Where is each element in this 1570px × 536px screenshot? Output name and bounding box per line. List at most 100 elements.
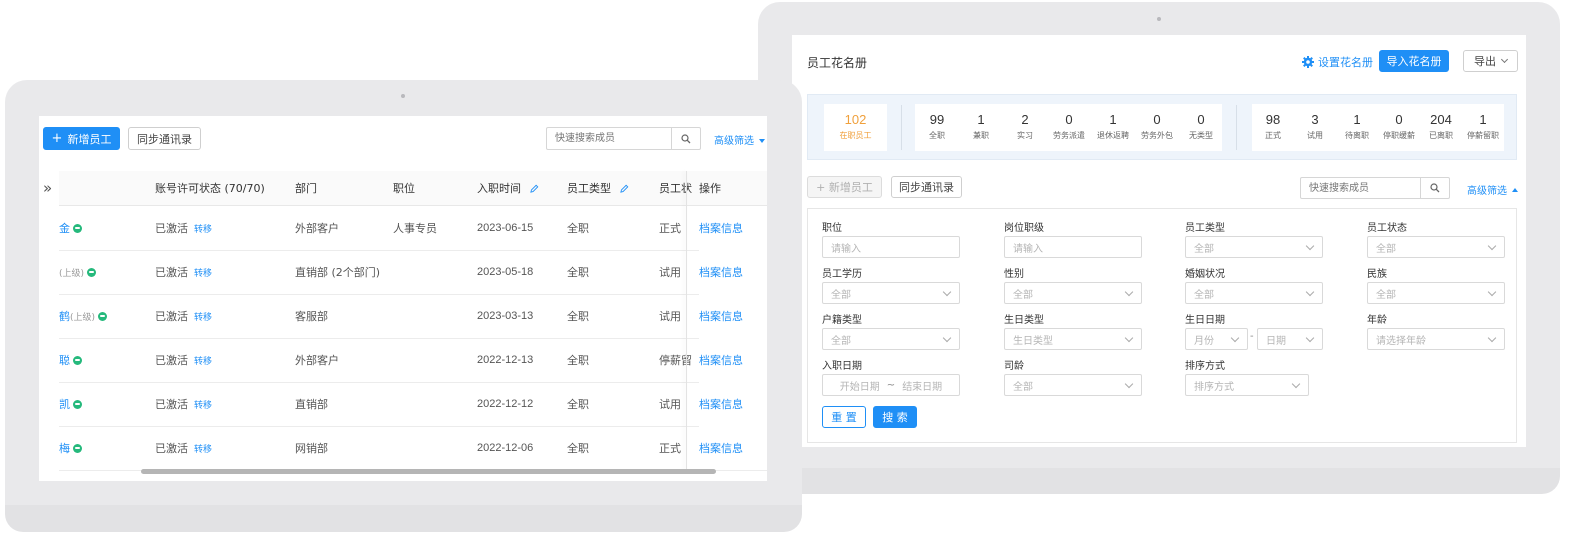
import-button[interactable]: 导入花名册 (1379, 50, 1449, 72)
birth-day-select[interactable]: 日期 (1257, 328, 1323, 350)
employee-name[interactable]: 聪 (59, 352, 70, 368)
transfer-link[interactable]: 转移 (194, 442, 212, 455)
table-row[interactable]: 凯 已激活 转移 直销部 2022-12-12 全职 试用 档案信息 (59, 382, 767, 427)
employee-name[interactable]: 金 (59, 220, 70, 236)
ethnicity-select[interactable]: 全部 (1367, 282, 1505, 304)
filter-label-education: 员工学历 (822, 269, 862, 280)
chat-icon[interactable] (73, 443, 82, 453)
col-employee-type[interactable]: 员工类型 (567, 171, 629, 205)
chat-icon[interactable] (73, 223, 82, 233)
account-status-cell: 已激活 转移 (155, 382, 212, 426)
sort-select[interactable]: 排序方式 (1185, 374, 1309, 396)
employee-name[interactable]: 凯 (59, 396, 70, 412)
col-employee-status[interactable]: 员工状 (659, 171, 692, 205)
position-input[interactable]: 请输入 (822, 236, 960, 258)
employee-name[interactable]: 梅 (59, 440, 70, 456)
reset-button[interactable]: 重 置 (822, 406, 866, 428)
transfer-link[interactable]: 转移 (194, 222, 212, 235)
stat-item[interactable]: 3 试用 (1294, 112, 1336, 141)
sync-contacts-button[interactable]: 同步通讯录 (128, 127, 201, 150)
advanced-filter-link[interactable]: 高级筛选 (714, 132, 766, 147)
account-status-cell: 已激活 转移 (155, 206, 212, 250)
stat-main[interactable]: 102 在职员工 (824, 104, 887, 151)
transfer-link[interactable]: 转移 (194, 310, 212, 323)
search-button[interactable] (671, 128, 700, 149)
search-input[interactable] (1301, 178, 1420, 198)
employee-type-cell: 全职 (567, 354, 589, 367)
name-cell[interactable]: 聪 (59, 338, 82, 382)
birth-month-select[interactable]: 月份 (1185, 328, 1248, 350)
chat-icon[interactable] (98, 311, 108, 321)
chat-icon[interactable] (87, 267, 97, 277)
hukou-select[interactable]: 全部 (822, 328, 960, 350)
table-row[interactable]: 鹤 (上级) 已激活 转移 客服部 2023-03-13 全职 试用 档案信息 (59, 294, 767, 339)
profile-link[interactable]: 档案信息 (699, 440, 743, 456)
stat-item[interactable]: 0 停职缓薪 (1378, 112, 1420, 141)
table-row[interactable]: 金 已激活 转移 外部客户 人事专员 2023-06-15 全职 正式 档案信息 (59, 206, 767, 251)
stat-item[interactable]: 204 已离职 (1420, 112, 1462, 141)
rank-input[interactable]: 请输入 (1004, 236, 1142, 258)
search-input[interactable] (547, 128, 671, 149)
edit-icon[interactable] (530, 184, 539, 193)
col-position[interactable]: 职位 (393, 171, 415, 205)
emp-type-select[interactable]: 全部 (1185, 236, 1323, 258)
transfer-link[interactable]: 转移 (194, 266, 212, 279)
horizontal-scrollbar[interactable] (141, 469, 716, 474)
export-button[interactable]: 导出 (1463, 50, 1518, 72)
filter-panel: 职位 请输入 岗位职级 请输入 员工类型 全部 员工状态 全部 员工学历 全部 … (807, 208, 1517, 443)
col-department[interactable]: 部门 (295, 171, 317, 205)
expand-columns-toggle[interactable]: » (43, 179, 52, 197)
stat-item[interactable]: 0 劳务外包 (1135, 112, 1179, 141)
edit-icon[interactable] (620, 184, 629, 193)
name-cell[interactable]: (上级) (59, 250, 97, 294)
sync-contacts-button[interactable]: 同步通讯录 (891, 176, 962, 198)
stat-item[interactable]: 0 劳务派遣 (1047, 112, 1091, 141)
advanced-filter-link[interactable]: 高级筛选 (1467, 182, 1519, 197)
stat-item[interactable]: 0 无类型 (1179, 112, 1223, 141)
stat-item[interactable]: 98 正式 (1252, 112, 1294, 141)
birthday-separator: - (1250, 331, 1254, 342)
name-cell[interactable]: 金 (59, 206, 82, 250)
search-button[interactable] (1420, 178, 1449, 198)
emp-status-select[interactable]: 全部 (1367, 236, 1505, 258)
stat-item[interactable]: 2 实习 (1003, 112, 1047, 141)
stat-item[interactable]: 99 全职 (915, 112, 959, 141)
col-join-date[interactable]: 入职时间 (477, 171, 539, 205)
stat-label: 退休返聘 (1097, 131, 1129, 140)
gender-select[interactable]: 全部 (1004, 282, 1142, 304)
join-date-cell: 2022-12-12 (477, 398, 534, 410)
new-employee-button[interactable]: + 新增员工 (43, 127, 120, 150)
table-row[interactable]: (上级) 已激活 转移 直销部 (2个部门) 2023-05-18 全职 试用 档案信息 (59, 250, 767, 295)
name-cell[interactable]: 鹤 (上级) (59, 294, 108, 338)
profile-link[interactable]: 档案信息 (699, 352, 743, 368)
name-cell[interactable]: 梅 (59, 426, 82, 470)
table-row[interactable]: 聪 已激活 转移 外部客户 2022-12-13 全职 停薪留 档案信息 (59, 338, 767, 383)
profile-link[interactable]: 档案信息 (699, 396, 743, 412)
col-account-status[interactable]: 账号许可状态 (70/70) (155, 171, 265, 205)
name-cell[interactable]: 凯 (59, 382, 82, 426)
profile-link[interactable]: 档案信息 (699, 308, 743, 324)
status-text: 已激活 (155, 310, 188, 323)
seniority-select[interactable]: 全部 (1004, 374, 1142, 396)
birth-type-select[interactable]: 生日类型 (1004, 328, 1142, 350)
transfer-link[interactable]: 转移 (194, 398, 212, 411)
table-row[interactable]: 梅 已激活 转移 网销部 2022-12-06 全职 正式 档案信息 (59, 426, 767, 471)
settings-link[interactable]: 设置花名册 (1302, 54, 1373, 70)
stat-item[interactable]: 1 退休返聘 (1091, 112, 1135, 141)
marital-select[interactable]: 全部 (1185, 282, 1323, 304)
stat-item[interactable]: 1 兼职 (959, 112, 1003, 141)
profile-link[interactable]: 档案信息 (699, 264, 743, 280)
employee-name[interactable]: 鹤 (59, 308, 70, 324)
transfer-link[interactable]: 转移 (194, 354, 212, 367)
age-select[interactable]: 请选择年龄 (1367, 328, 1505, 350)
stat-label: 正式 (1265, 131, 1281, 140)
new-employee-button[interactable]: + 新增员工 (807, 176, 882, 198)
education-select[interactable]: 全部 (822, 282, 960, 304)
stat-item[interactable]: 1 停薪留职 (1462, 112, 1504, 141)
chat-icon[interactable] (73, 355, 82, 365)
profile-link[interactable]: 档案信息 (699, 220, 743, 236)
search-button[interactable]: 搜 索 (873, 406, 917, 428)
chat-icon[interactable] (73, 399, 82, 409)
join-date-range[interactable]: 开始日期 ~ 结束日期 (822, 374, 960, 396)
stat-item[interactable]: 1 待离职 (1336, 112, 1378, 141)
